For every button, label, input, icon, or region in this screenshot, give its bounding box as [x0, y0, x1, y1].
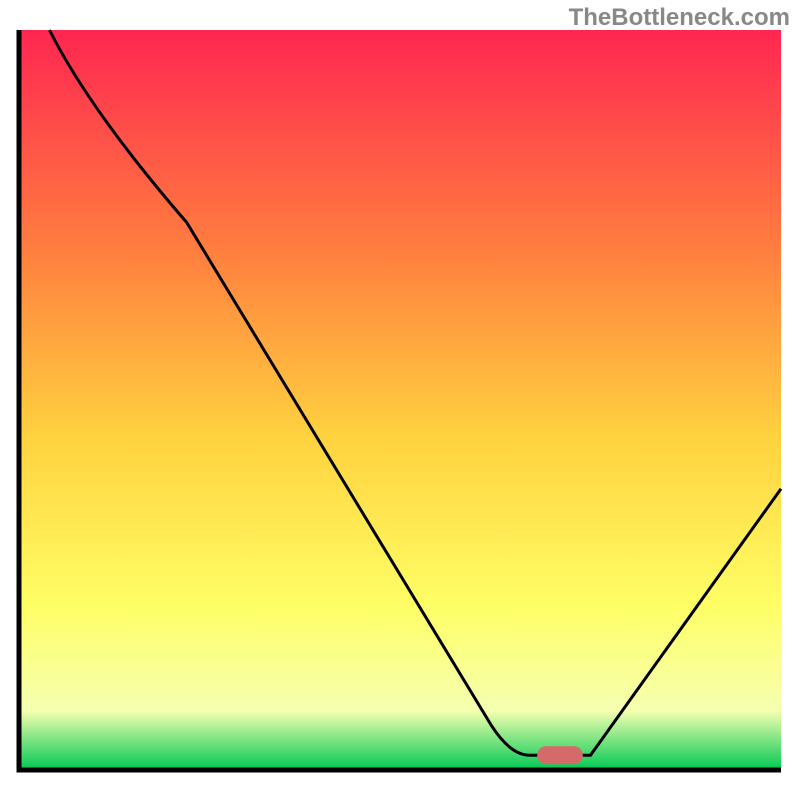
chart-container: TheBottleneck.com — [0, 0, 800, 800]
chart-svg — [0, 0, 800, 800]
watermark-text: TheBottleneck.com — [569, 4, 790, 32]
optimal-marker — [537, 746, 583, 764]
plot-background — [19, 30, 781, 770]
